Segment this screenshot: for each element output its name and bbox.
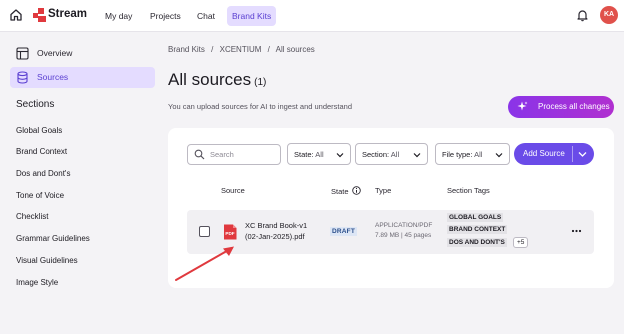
filter-value: All bbox=[315, 150, 324, 159]
column-state[interactable]: State bbox=[331, 186, 361, 196]
sidebar-item-label: Sources bbox=[37, 72, 69, 82]
chevron-down-icon[interactable] bbox=[578, 150, 587, 158]
row-checkbox[interactable] bbox=[199, 226, 210, 237]
sidebar: Overview Sources Sections Global Goals B… bbox=[0, 33, 162, 334]
breadcrumb-separator: / bbox=[267, 45, 270, 54]
column-source[interactable]: Source bbox=[221, 186, 245, 195]
file-name[interactable]: XC Brand Book-v1 (02-Jan-2025).pdf bbox=[245, 220, 317, 242]
filter-value: All bbox=[390, 150, 400, 159]
database-icon bbox=[17, 71, 28, 84]
filter-label: File type: All bbox=[442, 150, 482, 159]
breadcrumb: Brand Kits / XCENTIUM / All sources bbox=[168, 45, 319, 54]
svg-text:PDF: PDF bbox=[225, 231, 234, 236]
chevron-down-icon bbox=[413, 153, 421, 158]
breadcrumb-xcentium[interactable]: XCENTIUM bbox=[220, 45, 262, 54]
status-badge: DRAFT bbox=[330, 227, 358, 236]
page-title: All sources (1) bbox=[168, 70, 266, 90]
page-subtitle: You can upload sources for AI to ingest … bbox=[168, 102, 353, 111]
section-tag: BRAND CONTEXT bbox=[447, 225, 508, 234]
section-tone-of-voice[interactable]: Tone of Voice bbox=[16, 191, 64, 200]
overview-icon bbox=[16, 47, 29, 60]
filter-value: All bbox=[474, 150, 483, 159]
info-icon[interactable] bbox=[351, 186, 361, 195]
page-title-text: All sources bbox=[168, 70, 252, 89]
column-type[interactable]: Type bbox=[375, 186, 391, 195]
search-box[interactable] bbox=[187, 144, 281, 165]
search-input[interactable] bbox=[210, 148, 278, 161]
sparkle-icon bbox=[517, 101, 528, 111]
section-grammar-guidelines[interactable]: Grammar Guidelines bbox=[16, 234, 90, 243]
filter-label: Section: All bbox=[362, 150, 399, 159]
nav-my-day[interactable]: My day bbox=[100, 6, 137, 26]
section-dos-and-donts[interactable]: Dos and Dont's bbox=[16, 169, 70, 178]
app-name[interactable]: Stream bbox=[48, 8, 87, 20]
nav-projects[interactable]: Projects bbox=[145, 6, 186, 26]
home-icon[interactable] bbox=[9, 8, 23, 22]
file-meta: 7.89 MB | 45 pages bbox=[375, 232, 432, 239]
file-type-filter[interactable]: File type: All bbox=[435, 143, 510, 165]
section-visual-guidelines[interactable]: Visual Guidelines bbox=[16, 256, 78, 265]
breadcrumb-brand-kits[interactable]: Brand Kits bbox=[168, 45, 205, 54]
sidebar-item-sources[interactable]: Sources bbox=[10, 67, 155, 88]
sidebar-item-label: Overview bbox=[37, 48, 73, 58]
table-row[interactable]: PDF XC Brand Book-v1 (02-Jan-2025).pdf D… bbox=[187, 210, 594, 254]
process-all-changes-button[interactable]: Process all changes bbox=[508, 96, 614, 118]
filter-name: Section: bbox=[362, 150, 390, 159]
chevron-down-icon bbox=[495, 153, 503, 158]
section-brand-context[interactable]: Brand Context bbox=[16, 147, 67, 156]
filter-label: State: All bbox=[294, 150, 324, 159]
top-bar: Stream My day Projects Chat Brand Kits K… bbox=[0, 0, 624, 32]
column-state-label: State bbox=[331, 187, 349, 196]
section-checklist[interactable]: Checklist bbox=[16, 212, 48, 221]
column-section-tags[interactable]: Section Tags bbox=[447, 186, 490, 195]
state-filter[interactable]: State: All bbox=[287, 143, 351, 165]
user-avatar[interactable]: KA bbox=[600, 6, 618, 24]
section-tag: GLOBAL GOALS bbox=[447, 213, 504, 222]
stream-logo-icon bbox=[33, 8, 46, 22]
annotation-arrow-icon bbox=[175, 246, 234, 281]
chevron-down-icon bbox=[336, 153, 344, 158]
file-type: APPLICATION/PDF bbox=[375, 222, 433, 229]
filter-name: State: bbox=[294, 150, 314, 159]
sidebar-item-overview[interactable]: Overview bbox=[10, 43, 155, 64]
more-options-icon[interactable] bbox=[571, 226, 582, 236]
bell-icon[interactable] bbox=[576, 8, 589, 22]
search-icon bbox=[194, 149, 205, 160]
nav-brand-kits[interactable]: Brand Kits bbox=[227, 6, 277, 26]
section-filter[interactable]: Section: All bbox=[355, 143, 428, 165]
section-image-style[interactable]: Image Style bbox=[16, 278, 58, 287]
source-count: (1) bbox=[254, 77, 267, 88]
section-tag: DOS AND DONT'S bbox=[447, 238, 507, 247]
add-source-button[interactable]: Add Source bbox=[514, 143, 594, 165]
filter-name: File type: bbox=[442, 150, 473, 159]
breadcrumb-separator: / bbox=[211, 45, 214, 54]
more-tags-badge[interactable]: +5 bbox=[513, 237, 529, 248]
button-divider bbox=[572, 146, 573, 162]
sections-heading: Sections bbox=[16, 99, 55, 110]
process-button-label: Process all changes bbox=[538, 102, 610, 111]
nav-chat[interactable]: Chat bbox=[192, 6, 220, 26]
breadcrumb-current: All sources bbox=[275, 45, 315, 54]
section-global-goals[interactable]: Global Goals bbox=[16, 126, 62, 135]
add-source-label: Add Source bbox=[523, 149, 565, 158]
